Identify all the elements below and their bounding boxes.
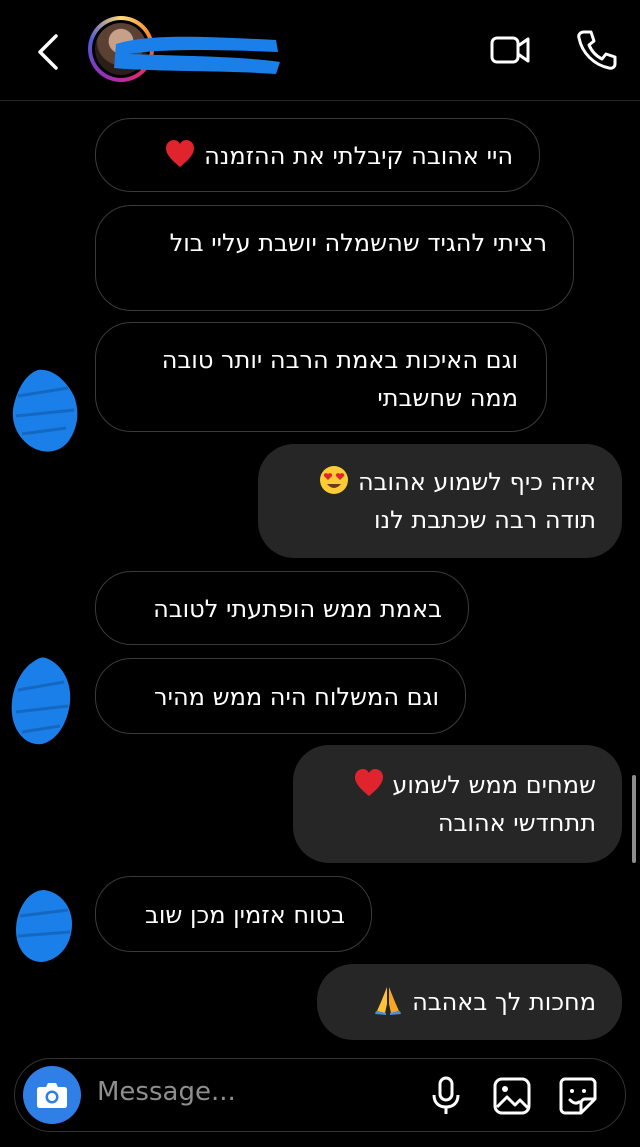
message-bubble-incoming[interactable]: בטוח אזמין מכן שוב <box>95 876 372 952</box>
camera-icon <box>37 1083 67 1108</box>
chevron-left-icon[interactable] <box>26 30 70 74</box>
message-text: באמת ממש הופתעתי לטובה <box>153 595 442 623</box>
microphone-icon[interactable] <box>425 1075 467 1117</box>
scrollbar[interactable] <box>632 775 636 863</box>
video-camera-icon[interactable] <box>486 26 534 74</box>
message-bubble-outgoing[interactable]: איזה כיף לשמוע אהובה תודה רבה שכתבת לנו <box>258 444 622 558</box>
message-text: בטוח אזמין מכן שוב <box>144 901 345 929</box>
image-icon[interactable] <box>491 1075 533 1117</box>
red-heart-icon <box>166 140 195 167</box>
heart-eyes-icon <box>320 466 349 494</box>
redacted-avatar <box>16 890 72 962</box>
message-bubble-outgoing[interactable]: מחכות לך באהבה <box>317 964 622 1040</box>
message-bubble-incoming[interactable]: וגם האיכות באמת הרבה יותר טובה ממה שחשבת… <box>95 322 547 432</box>
redacted-avatar <box>12 369 78 452</box>
message-composer: Message... <box>14 1058 626 1132</box>
redacted-avatar <box>11 657 71 745</box>
message-text: מחכות לך באהבה <box>412 988 596 1016</box>
red-heart-icon <box>354 769 383 796</box>
message-bubble-outgoing[interactable]: שמחים ממש לשמוע תתחדשי אהובה <box>293 745 622 863</box>
camera-button[interactable] <box>23 1066 81 1124</box>
phone-icon[interactable] <box>572 26 620 74</box>
message-bubble-incoming[interactable]: רציתי להגיד שהשמלה יושבת עליי בול <box>95 205 574 311</box>
message-text: שמחים ממש לשמוע <box>392 771 596 799</box>
message-text-line2: תתחדשי אהובה <box>437 809 596 837</box>
message-text: וגם המשלוח היה ממש מהיר <box>154 683 439 711</box>
message-text: איזה כיף לשמוע אהובה <box>357 468 596 496</box>
message-input[interactable]: Message... <box>97 1077 236 1107</box>
chat-header <box>0 0 640 101</box>
message-bubble-incoming[interactable]: באמת ממש הופתעתי לטובה <box>95 571 469 645</box>
folded-hands-icon <box>375 987 402 1015</box>
sticker-icon[interactable] <box>557 1075 599 1117</box>
message-text-line2: תודה רבה שכתבת לנו <box>374 506 596 534</box>
message-text: רציתי להגיד שהשמלה יושבת עליי בול <box>169 229 547 257</box>
message-text: וגם האיכות באמת הרבה יותר טובה ממה שחשבת… <box>161 346 518 412</box>
message-text: היי אהובה קיבלתי את ההזמנה <box>204 142 513 170</box>
message-bubble-incoming[interactable]: היי אהובה קיבלתי את ההזמנה <box>95 118 540 192</box>
message-bubble-incoming[interactable]: וגם המשלוח היה ממש מהיר <box>95 658 466 734</box>
redacted-username[interactable] <box>108 30 283 78</box>
